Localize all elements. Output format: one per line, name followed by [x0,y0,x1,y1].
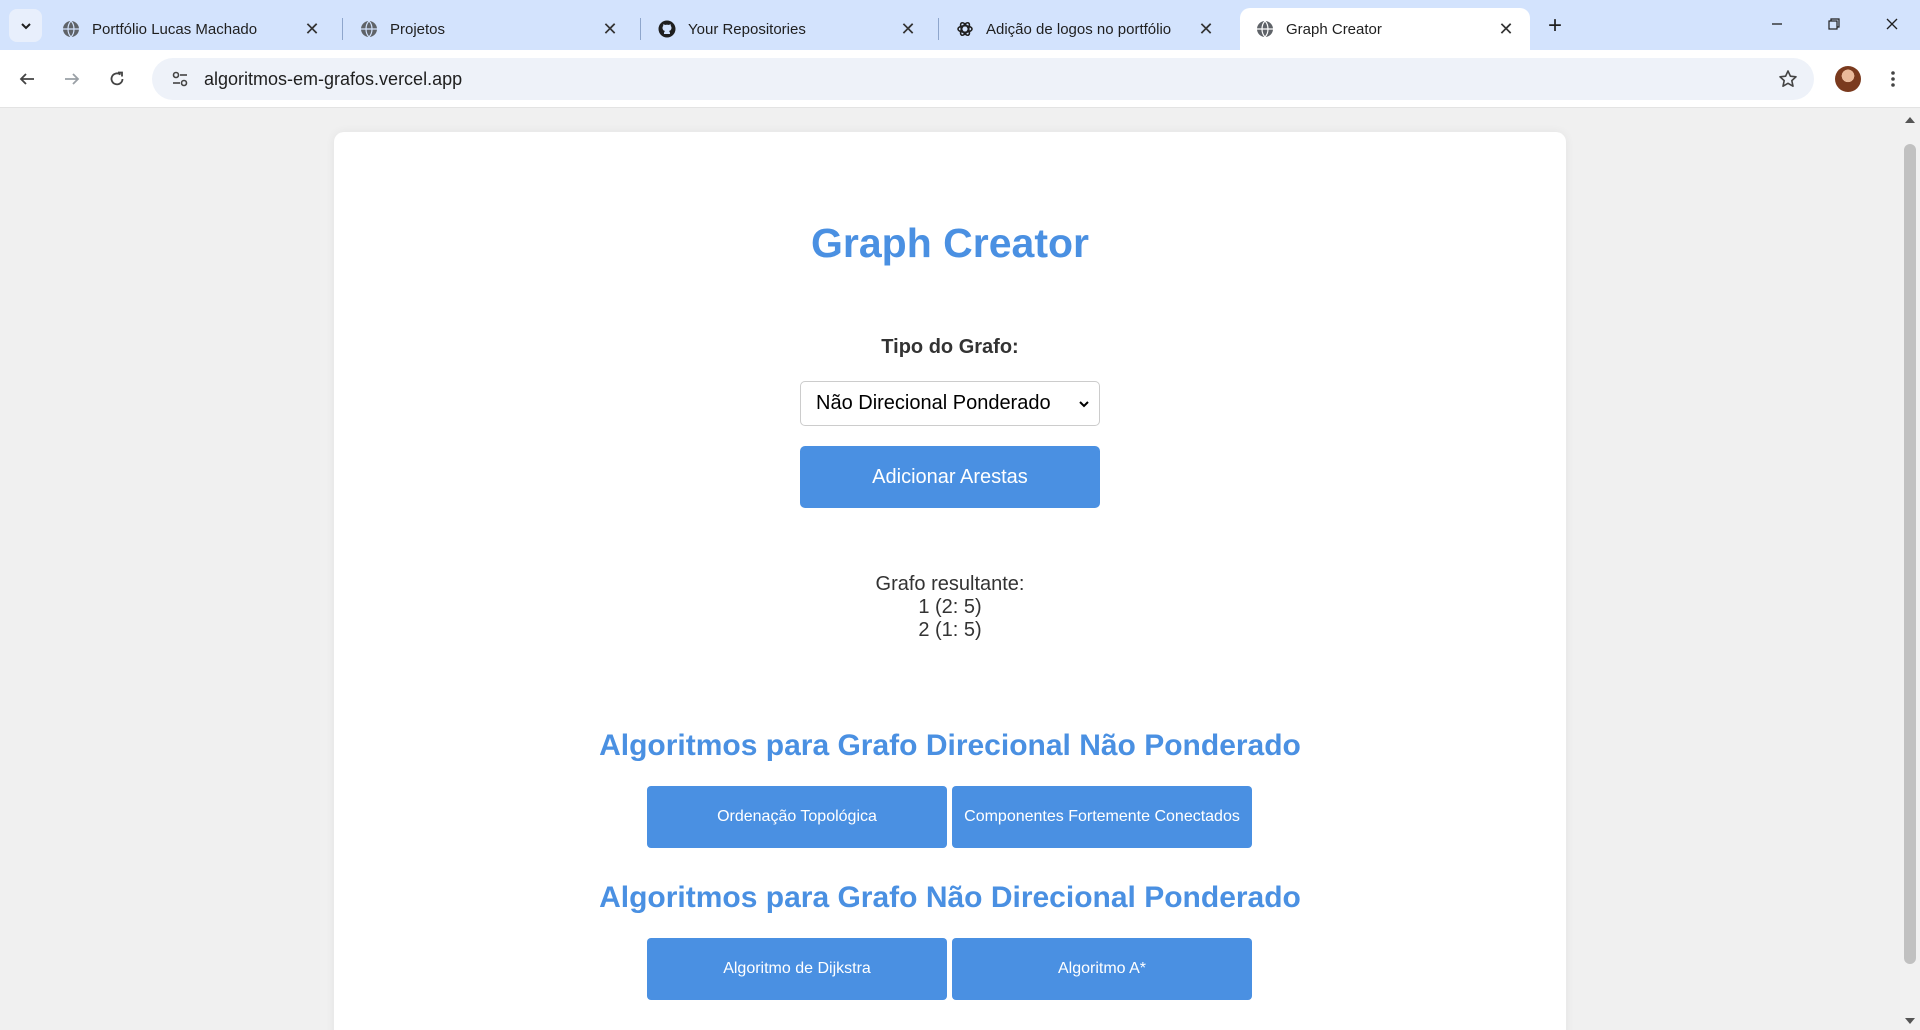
close-icon[interactable]: ✕ [1496,19,1516,39]
close-icon [1886,18,1898,30]
page-viewport: Graph Creator Tipo do Grafo: Não Direcio… [0,109,1900,1030]
graph-type-selected-value: Não Direcional Ponderado [816,392,1051,414]
url-text: algoritmos-em-grafos.vercel.app [204,68,463,89]
new-tab-button[interactable]: + [1541,12,1569,40]
graph-type-label: Tipo do Grafo: [881,336,1019,358]
site-settings-icon[interactable] [160,70,200,88]
scrollbar-thumb[interactable] [1904,144,1916,964]
section-title-undirected-weighted: Algoritmos para Grafo Não Direcional Pon… [599,881,1301,914]
close-icon[interactable]: ✕ [600,19,620,39]
close-icon[interactable]: ✕ [898,19,918,39]
result-heading: Grafo resultante: [875,573,1025,595]
tab-search-button[interactable] [9,9,42,42]
tab-logos[interactable]: Adição de logos no portfólio ✕ [940,8,1230,50]
graph-type-select[interactable]: Não Direcional Ponderado [800,381,1100,426]
plus-icon: + [1547,12,1562,39]
tab-portfolio[interactable]: Portfólio Lucas Machado ✕ [46,8,336,50]
result-line: 1 (2: 5) [918,596,982,618]
tab-separator [640,18,641,40]
tab-repositories[interactable]: Your Repositories ✕ [642,8,932,50]
restore-icon [1828,18,1840,30]
add-edges-button[interactable]: Adicionar Arestas [800,446,1100,508]
tab-label: Adição de logos no portfólio [986,20,1172,38]
reload-icon [110,71,124,86]
back-button[interactable] [10,62,44,96]
github-icon [658,20,676,38]
globe-icon [1256,20,1274,38]
bookmark-star-icon[interactable] [1776,67,1800,91]
chevron-down-icon [1075,395,1093,413]
tab-label: Projetos [390,20,446,38]
arrow-right-icon [65,73,80,85]
tab-separator [342,18,343,40]
address-bar[interactable]: algoritmos-em-grafos.vercel.app [152,58,1814,100]
tab-label: Your Repositories [688,20,806,38]
close-icon[interactable]: ✕ [1196,19,1216,39]
page-title: Graph Creator [811,220,1089,266]
globe-icon [62,20,80,38]
tab-label: Graph Creator [1286,20,1382,38]
close-icon[interactable]: ✕ [302,19,322,39]
strongly-connected-components-button[interactable]: Componentes Fortemente Conectados [952,786,1252,848]
forward-button[interactable] [55,62,89,96]
result-graph: Grafo resultante: 1 (2: 5) 2 (1: 5) [334,573,1566,642]
tab-separator [938,18,939,40]
browser-toolbar: algoritmos-em-grafos.vercel.app [0,50,1920,108]
reload-button[interactable] [100,62,134,96]
dijkstra-button[interactable]: Algoritmo de Dijkstra [647,938,947,1000]
minimize-icon [1772,23,1782,25]
minimize-button[interactable] [1755,6,1799,42]
arrow-left-icon [19,73,34,85]
content-card: Graph Creator Tipo do Grafo: Não Direcio… [334,132,1566,1030]
browser-menu-button[interactable] [1880,66,1906,92]
tab-label: Portfólio Lucas Machado [92,20,258,38]
tab-strip: Portfólio Lucas Machado ✕ Projetos ✕ You… [0,0,1920,50]
close-window-button[interactable] [1870,6,1914,42]
tab-graph-creator[interactable]: Graph Creator ✕ [1240,8,1530,50]
topological-sort-button[interactable]: Ordenação Topológica [647,786,947,848]
scroll-up-arrow-icon[interactable] [1905,117,1915,123]
result-line: 2 (1: 5) [918,619,982,641]
tab-projetos[interactable]: Projetos ✕ [344,8,634,50]
page-scrollbar[interactable] [1900,109,1920,1030]
more-vertical-icon [1891,71,1895,87]
section-title-directed-unweighted: Algoritmos para Grafo Direcional Não Pon… [599,729,1301,762]
profile-avatar[interactable] [1835,66,1861,92]
a-star-button[interactable]: Algoritmo A* [952,938,1252,1000]
chevron-down-icon [20,22,31,29]
restore-button[interactable] [1812,6,1856,42]
scroll-down-arrow-icon[interactable] [1905,1018,1915,1024]
openai-icon [956,20,974,38]
globe-icon [360,20,378,38]
